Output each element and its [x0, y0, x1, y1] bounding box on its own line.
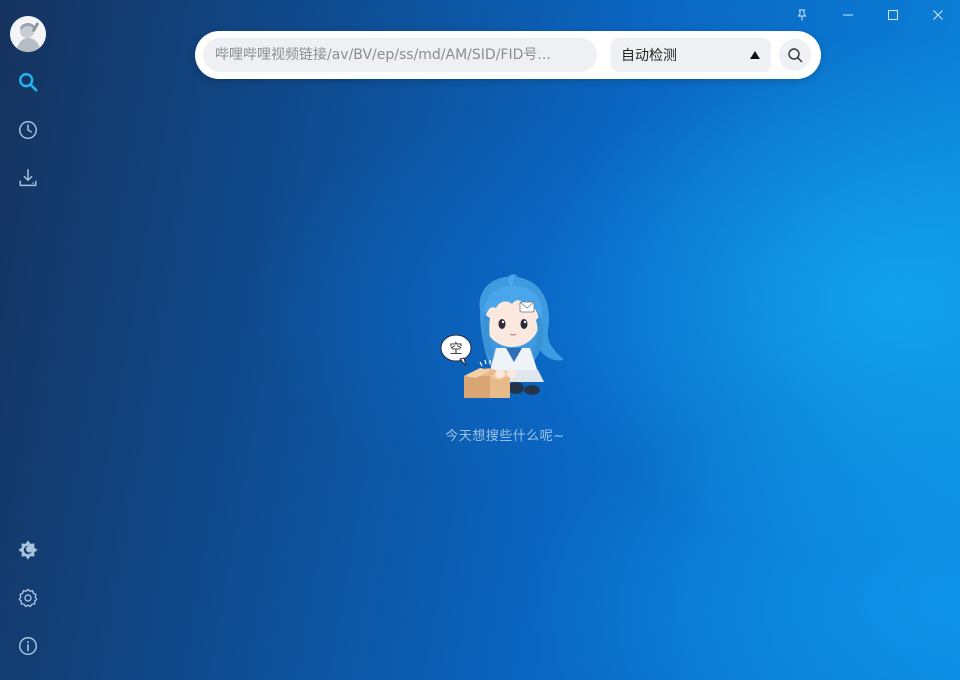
bubble-label: 空 — [449, 342, 462, 357]
search-bar: 自动检测 — [195, 31, 821, 79]
sidebar-item-search[interactable] — [14, 68, 42, 96]
pin-button[interactable] — [790, 4, 814, 26]
close-icon — [933, 10, 943, 20]
sidebar — [0, 0, 56, 680]
minimize-button[interactable] — [836, 4, 860, 26]
empty-state-message: 今天想搜些什么呢~ — [445, 429, 565, 444]
mascot-illustration: 空 — [440, 274, 564, 398]
search-icon — [19, 73, 38, 92]
search-button[interactable] — [779, 39, 811, 71]
pin-icon — [797, 9, 807, 21]
avatar-image — [10, 16, 46, 52]
sidebar-item-history[interactable] — [14, 116, 42, 144]
history-icon — [19, 121, 37, 139]
settings-icon — [18, 588, 38, 608]
search-mode-dropdown[interactable]: 自动检测 — [611, 38, 771, 72]
download-icon — [19, 169, 37, 187]
sidebar-item-settings[interactable] — [14, 584, 42, 612]
search-mode-label: 自动检测 — [621, 48, 677, 64]
maximize-button[interactable] — [881, 4, 905, 26]
close-button[interactable] — [926, 4, 950, 26]
maximize-icon — [888, 10, 898, 20]
sidebar-item-info[interactable] — [14, 632, 42, 660]
minimize-icon — [843, 14, 853, 16]
magnifier-icon — [788, 48, 803, 63]
search-input[interactable] — [203, 38, 597, 72]
info-icon — [19, 637, 37, 655]
theme-icon — [18, 540, 38, 560]
caret-up-icon — [750, 51, 760, 59]
sidebar-item-theme[interactable] — [14, 536, 42, 564]
user-avatar[interactable] — [10, 16, 46, 52]
sidebar-item-download[interactable] — [14, 164, 42, 192]
empty-state: 空 今天想搜些什么呢~ — [380, 270, 630, 444]
app-window: 自动检测 — [0, 0, 960, 680]
